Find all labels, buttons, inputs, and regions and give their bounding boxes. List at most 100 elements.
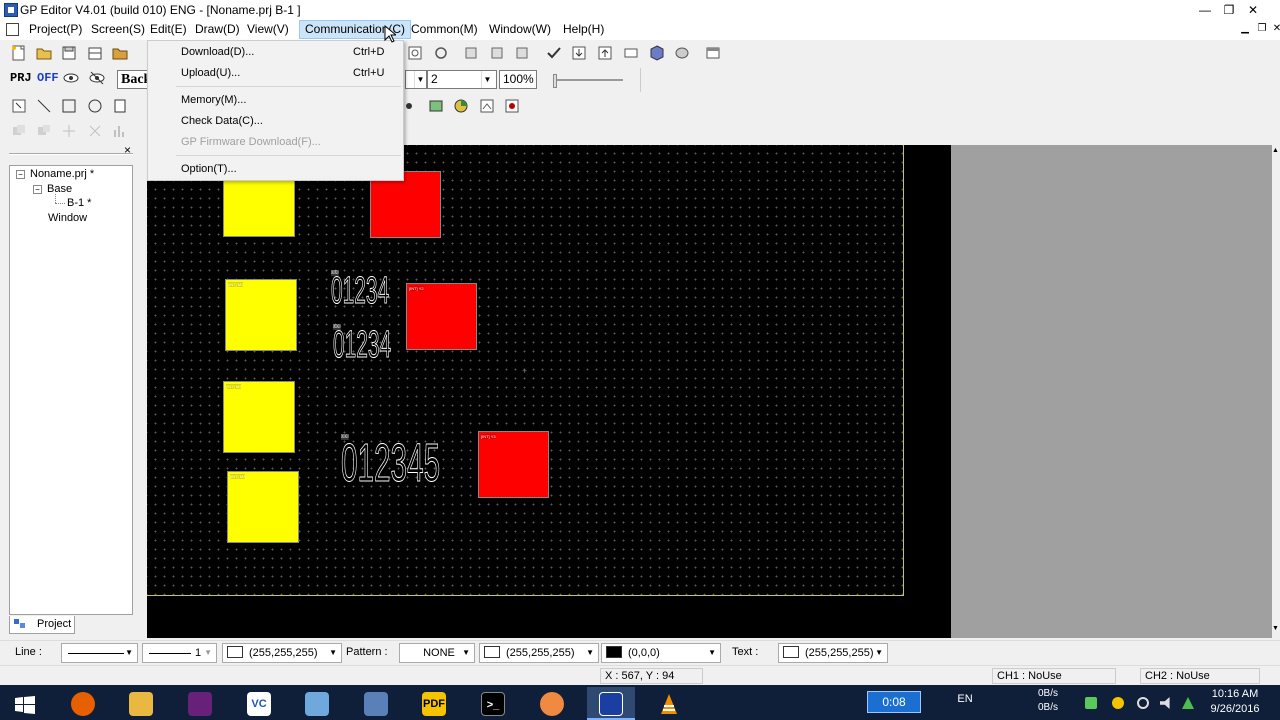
- menu-item-check-data[interactable]: Check Data(C)...: [181, 115, 263, 127]
- menu-common[interactable]: Common(M): [406, 20, 483, 39]
- lamp-yellow[interactable]: [INT] M3: [227, 471, 299, 543]
- line-color-select[interactable]: (255,255,255) ▼: [222, 643, 342, 663]
- eye-icon[interactable]: [62, 69, 80, 87]
- off-button[interactable]: OFF: [37, 71, 59, 85]
- gp-editor-taskbar-icon[interactable]: [587, 687, 635, 720]
- clock-date[interactable]: 9/26/2016: [1200, 703, 1270, 715]
- open-icon[interactable]: [35, 44, 53, 62]
- refresh-icon[interactable]: [432, 44, 450, 62]
- download-icon[interactable]: [570, 44, 588, 62]
- tree-item-window[interactable]: Window: [48, 212, 87, 224]
- input-language[interactable]: EN: [952, 693, 978, 705]
- lamp-red[interactable]: [INT] Y2: [406, 283, 477, 350]
- alarm-tool-icon[interactable]: [503, 97, 521, 115]
- mdi-restore-button[interactable]: ❐: [1255, 23, 1269, 36]
- menu-screen[interactable]: Screen(S): [86, 20, 150, 39]
- app-orange-icon[interactable]: [528, 687, 576, 720]
- line-width-field[interactable]: 1 ▼: [142, 643, 217, 663]
- check-icon[interactable]: [545, 44, 563, 62]
- mdi-minimize-button[interactable]: ▁: [1238, 23, 1252, 36]
- eye-off-icon[interactable]: [88, 69, 106, 87]
- numeric-display[interactable]: 012345 00000: [341, 435, 441, 492]
- zoom-icon[interactable]: [406, 44, 424, 62]
- tool-3-icon[interactable]: [513, 44, 531, 62]
- meter-tool-icon[interactable]: [478, 97, 496, 115]
- foreground-color-select[interactable]: (255,255,255) ▼: [479, 643, 599, 663]
- windows-start-icon[interactable]: [1, 687, 49, 720]
- tray-network-icon[interactable]: [1137, 697, 1149, 709]
- lamp-tool-icon[interactable]: [111, 97, 129, 115]
- numeric-display[interactable]: 01234 00000: [333, 325, 392, 366]
- menu-draw[interactable]: Draw(D): [190, 20, 245, 39]
- tree-item-base[interactable]: Base: [47, 183, 72, 195]
- clock-time[interactable]: 10:16 AM: [1200, 688, 1270, 700]
- network-app-icon[interactable]: [352, 687, 400, 720]
- layers-icon[interactable]: [673, 44, 691, 62]
- line-width-select[interactable]: 2 ▼: [427, 70, 497, 89]
- zoom-field[interactable]: 100%: [499, 70, 537, 89]
- mdi-close-button[interactable]: ✕: [1270, 23, 1280, 36]
- tree-expander[interactable]: −: [33, 185, 42, 194]
- vc-icon[interactable]: VC: [235, 687, 283, 720]
- tray-checkmark-icon[interactable]: [1085, 697, 1097, 709]
- new-icon[interactable]: [10, 44, 28, 62]
- recording-timer[interactable]: 0:08: [867, 691, 921, 713]
- project-tree[interactable]: − Noname.prj * − Base B-1 * Window: [9, 165, 133, 615]
- text-color-select[interactable]: (255,255,255) ▼: [778, 643, 888, 663]
- menu-help[interactable]: Help(H): [558, 20, 609, 39]
- tab-project[interactable]: Project: [9, 616, 75, 634]
- tool-2-icon[interactable]: [488, 44, 506, 62]
- circle-tool-icon[interactable]: [86, 97, 104, 115]
- menu-project[interactable]: Project(P): [24, 20, 87, 39]
- save-all-icon[interactable]: [86, 44, 104, 62]
- document-icon[interactable]: [6, 23, 19, 36]
- lamp-yellow[interactable]: [INT] M2: [223, 381, 295, 453]
- tree-expander[interactable]: −: [16, 170, 25, 179]
- save-icon[interactable]: [60, 44, 78, 62]
- pattern-select[interactable]: NONE ▼: [399, 643, 475, 663]
- tray-sun-icon[interactable]: [1112, 697, 1124, 709]
- upload-icon[interactable]: [596, 44, 614, 62]
- trend-tool-icon[interactable]: [427, 97, 445, 115]
- vertical-scrollbar[interactable]: ▲ ▼: [1272, 145, 1280, 638]
- firefox-icon[interactable]: [59, 687, 107, 720]
- background-select[interactable]: Back: [117, 70, 151, 89]
- tree-item-project[interactable]: Noname.prj *: [30, 168, 94, 180]
- color-dropdown[interactable]: ▼: [405, 70, 427, 89]
- file-explorer-icon[interactable]: [117, 687, 165, 720]
- menu-view[interactable]: View(V): [242, 20, 294, 39]
- rectangle-tool-icon[interactable]: [60, 97, 78, 115]
- lamp-red[interactable]: [370, 171, 441, 238]
- cmd-icon[interactable]: >_: [469, 687, 517, 720]
- prj-button[interactable]: PRJ: [10, 71, 32, 85]
- volume-icon[interactable]: [1160, 697, 1170, 709]
- lamp-yellow[interactable]: [INT] M1: [225, 279, 297, 351]
- select-icon[interactable]: [10, 97, 28, 115]
- close-button[interactable]: ✕: [1238, 0, 1268, 20]
- tree-item-b1[interactable]: B-1 *: [67, 197, 91, 209]
- scroll-down-icon[interactable]: ▼: [1272, 625, 1279, 632]
- tray-app-icon[interactable]: [1182, 697, 1194, 709]
- vlc-icon[interactable]: [645, 687, 693, 720]
- screen-canvas[interactable]: [INT] M1 [INT] M2 [INT] M3 [INT] Y2 [INT…: [147, 145, 1272, 638]
- window-icon[interactable]: [704, 44, 722, 62]
- menu-item-memory[interactable]: Memory(M)...: [181, 94, 246, 106]
- paint-icon[interactable]: [293, 687, 341, 720]
- tool-1-icon[interactable]: [462, 44, 480, 62]
- cube-icon[interactable]: [648, 44, 666, 62]
- line-tool-icon[interactable]: [35, 97, 53, 115]
- menu-item-upload[interactable]: Upload(U)...: [181, 67, 240, 79]
- pie-tool-icon[interactable]: [452, 97, 470, 115]
- menu-edit[interactable]: Edit(E): [145, 20, 192, 39]
- menu-item-download[interactable]: Download(D)...: [181, 46, 254, 58]
- menu-window[interactable]: Window(W): [484, 20, 556, 39]
- memory-icon[interactable]: [622, 44, 640, 62]
- numeric-display[interactable]: 01234 00000: [331, 271, 390, 312]
- lamp-yellow[interactable]: [223, 175, 295, 237]
- zoom-slider[interactable]: [545, 72, 640, 88]
- line-style-select[interactable]: ▼: [61, 643, 138, 663]
- background-color-select[interactable]: (0,0,0) ▼: [601, 643, 721, 663]
- visual-studio-icon[interactable]: [176, 687, 224, 720]
- pdf-icon[interactable]: PDF: [410, 687, 458, 720]
- lamp-red[interactable]: [INT] Y3: [478, 431, 549, 498]
